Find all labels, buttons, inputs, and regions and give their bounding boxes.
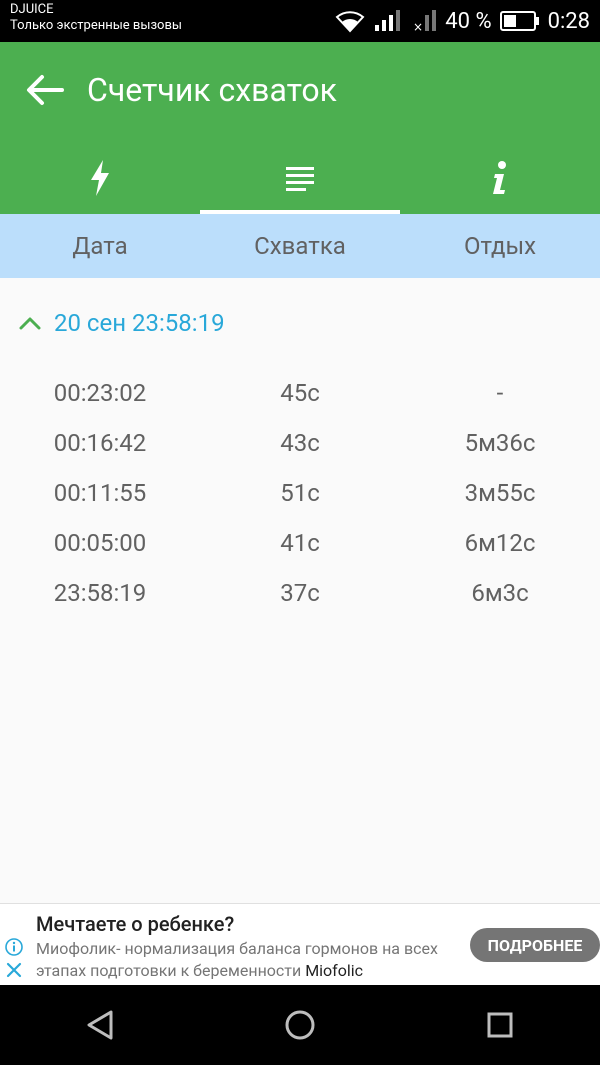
column-header-date: Дата: [72, 232, 128, 260]
row-contraction: 41с: [280, 529, 320, 557]
row-contraction: 45с: [280, 379, 320, 407]
row-contraction: 51с: [280, 479, 320, 507]
nav-recents-button[interactable]: [470, 995, 530, 1055]
row-rest: -: [496, 379, 504, 407]
battery-percent: 40 %: [445, 8, 492, 34]
tab-bar: [0, 142, 600, 214]
ad-description: Миофолик- нормализация баланса гормонов …: [36, 938, 466, 982]
row-time: 00:23:02: [53, 379, 147, 407]
chevron-up-icon: [19, 317, 41, 330]
row-rest: 6м3с: [471, 579, 529, 607]
table-row: 23:58:19 37с 6м3с: [0, 568, 600, 618]
ad-close-icon[interactable]: [6, 962, 22, 978]
app-bar: Счетчик схваток: [0, 42, 600, 214]
back-arrow-icon[interactable]: [22, 68, 66, 112]
session-group-header[interactable]: 20 сен 23:58:19: [0, 300, 600, 346]
carrier-note: Только экстренные вызовы: [10, 18, 182, 33]
session-date: 20 сен 23:58:19: [54, 309, 225, 337]
table-row: 00:05:00 41с 6м12с: [0, 518, 600, 568]
system-nav-bar: [0, 985, 600, 1065]
table-row: 00:16:42 43с 5м36с: [0, 418, 600, 468]
row-contraction: 37с: [280, 579, 320, 607]
table-row: 00:23:02 45с -: [0, 368, 600, 418]
battery-icon: [499, 11, 539, 31]
column-headers: Дата Схватка Отдых: [0, 214, 600, 278]
row-rest: 3м55с: [464, 479, 536, 507]
row-rest: 6м12с: [464, 529, 536, 557]
contraction-list: 00:23:02 45с - 00:16:42 43с 5м36с 00:11:…: [0, 368, 600, 618]
column-header-rest: Отдых: [463, 232, 537, 260]
carrier-name: DJUICE: [10, 2, 54, 17]
row-contraction: 43с: [280, 429, 320, 457]
tab-timer[interactable]: [0, 142, 200, 214]
square-recents-icon: [487, 1012, 513, 1038]
status-icons: × 40 % 0:28: [335, 7, 590, 35]
nav-back-button[interactable]: [70, 995, 130, 1055]
status-bar: DJUICE Только экстренные вызовы × 40 % 0…: [0, 0, 600, 42]
table-row: 00:11:55 51с 3м55с: [0, 468, 600, 518]
ad-info-icon[interactable]: [5, 938, 23, 956]
wifi-icon: [335, 11, 365, 33]
row-time: 00:16:42: [53, 429, 147, 457]
lightning-icon: [91, 160, 109, 196]
ad-title: Мечтаете о ребенке?: [36, 912, 235, 936]
column-header-contraction: Схватка: [254, 232, 346, 260]
list-icon: [286, 167, 314, 191]
svg-text:×: ×: [413, 20, 423, 33]
page-title: Счетчик схваток: [87, 71, 337, 109]
nav-home-button[interactable]: [270, 995, 330, 1055]
info-icon: [493, 161, 506, 194]
ad-description-text: Миофолик- нормализация баланса гормонов …: [36, 939, 438, 980]
tab-info[interactable]: [400, 142, 600, 214]
signal-no-sim-icon: ×: [413, 10, 437, 33]
row-time: 00:05:00: [53, 529, 147, 557]
tab-history[interactable]: [200, 142, 400, 214]
row-time: 00:11:55: [53, 479, 147, 507]
row-time: 23:58:19: [53, 579, 147, 607]
ad-more-button[interactable]: ПОДРОБНЕЕ: [470, 928, 600, 962]
ad-brand: Miofolic: [305, 961, 364, 980]
ad-banner[interactable]: Мечтаете о ребенке? Миофолик- нормализац…: [0, 903, 600, 986]
status-time: 0:28: [547, 8, 590, 34]
signal-icon: [375, 10, 401, 31]
circle-home-icon: [285, 1010, 315, 1040]
row-rest: 5м36с: [464, 429, 536, 457]
carrier-info: DJUICE Только экстренные вызовы: [10, 2, 182, 34]
triangle-back-icon: [87, 1010, 113, 1040]
